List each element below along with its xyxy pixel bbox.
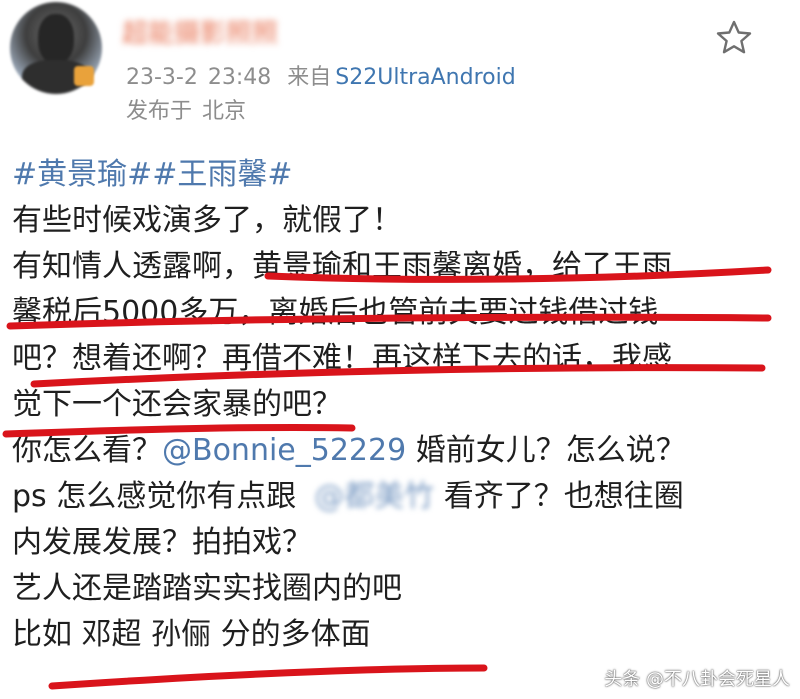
watermark: 头条 @不八卦会死星人 [604,669,790,690]
source-prefix: 来自 [287,65,332,90]
content-line-3: 馨税后5000多万，离婚后也管前夫要过钱借过钱 [12,295,659,330]
red-underline-5 [48,664,488,690]
content-line-4: 吧？想着还啊？再借不难！再这样下去的话，我感 [12,341,672,376]
content-line-1: 有些时候戏演多了，就假了！ [12,203,402,238]
content-line-5: 觉下一个还会家暴的吧？ [12,387,342,422]
post-location: 发布于 北京 [126,98,246,126]
line7-text-before: ps 怎么感觉你有点跟 [12,479,297,514]
content-line-10: 比如 邓超 孙俪 分的多体面 [12,617,371,652]
line7-text-after: 看齐了？也想往圈 [434,479,684,514]
topic-hashtags[interactable]: #黄景瑜##王雨馨# [12,157,293,192]
line6-text-after: 婚前女儿？怎么说？ [406,433,686,468]
line6-text-before: 你怎么看？ [12,433,162,468]
weibo-post: 超能摄影照照 23-3-2 23:48 来自 S22UltraAndroid 发布于北… [0,0,800,699]
content-line-9: 艺人还是踏踏实实找圈内的吧 [12,571,402,606]
verified-badge-icon [74,66,94,86]
content-line-2: 有知情人透露啊，黄景瑜和王雨馨离婚，给了王雨 [12,249,672,284]
mention-blurred[interactable]: @都美竹 [314,474,434,520]
star-outline-icon[interactable] [714,18,754,58]
content-line-8: 内发展发展？拍拍戏？ [12,525,312,560]
location-prefix: 发布于 [126,99,193,124]
post-time: 23:48 [207,65,272,90]
source-device-link[interactable]: S22UltraAndroid [335,65,515,90]
location-name: 北京 [202,99,247,124]
topics-line: #黄景瑜##王雨馨# [12,152,782,198]
mention-bonnie[interactable]: @Bonnie_52229 [162,433,406,468]
avatar-face [38,14,74,64]
post-content: #黄景瑜##王雨馨# 有些时候戏演多了，就假了！ 有知情人透露啊，黄景瑜和王雨馨… [12,152,782,658]
post-date: 23-3-2 [126,65,198,90]
post-meta: 23-3-2 23:48 来自 S22UltraAndroid [126,64,516,92]
username[interactable]: 超能摄影照照 [122,18,350,50]
content-line-7: ps 怎么感觉你有点跟 @都美竹 看齐了？也想往圈 [12,474,782,520]
content-line-6: 你怎么看？@Bonnie_52229 婚前女儿？怎么说？ [12,428,782,474]
